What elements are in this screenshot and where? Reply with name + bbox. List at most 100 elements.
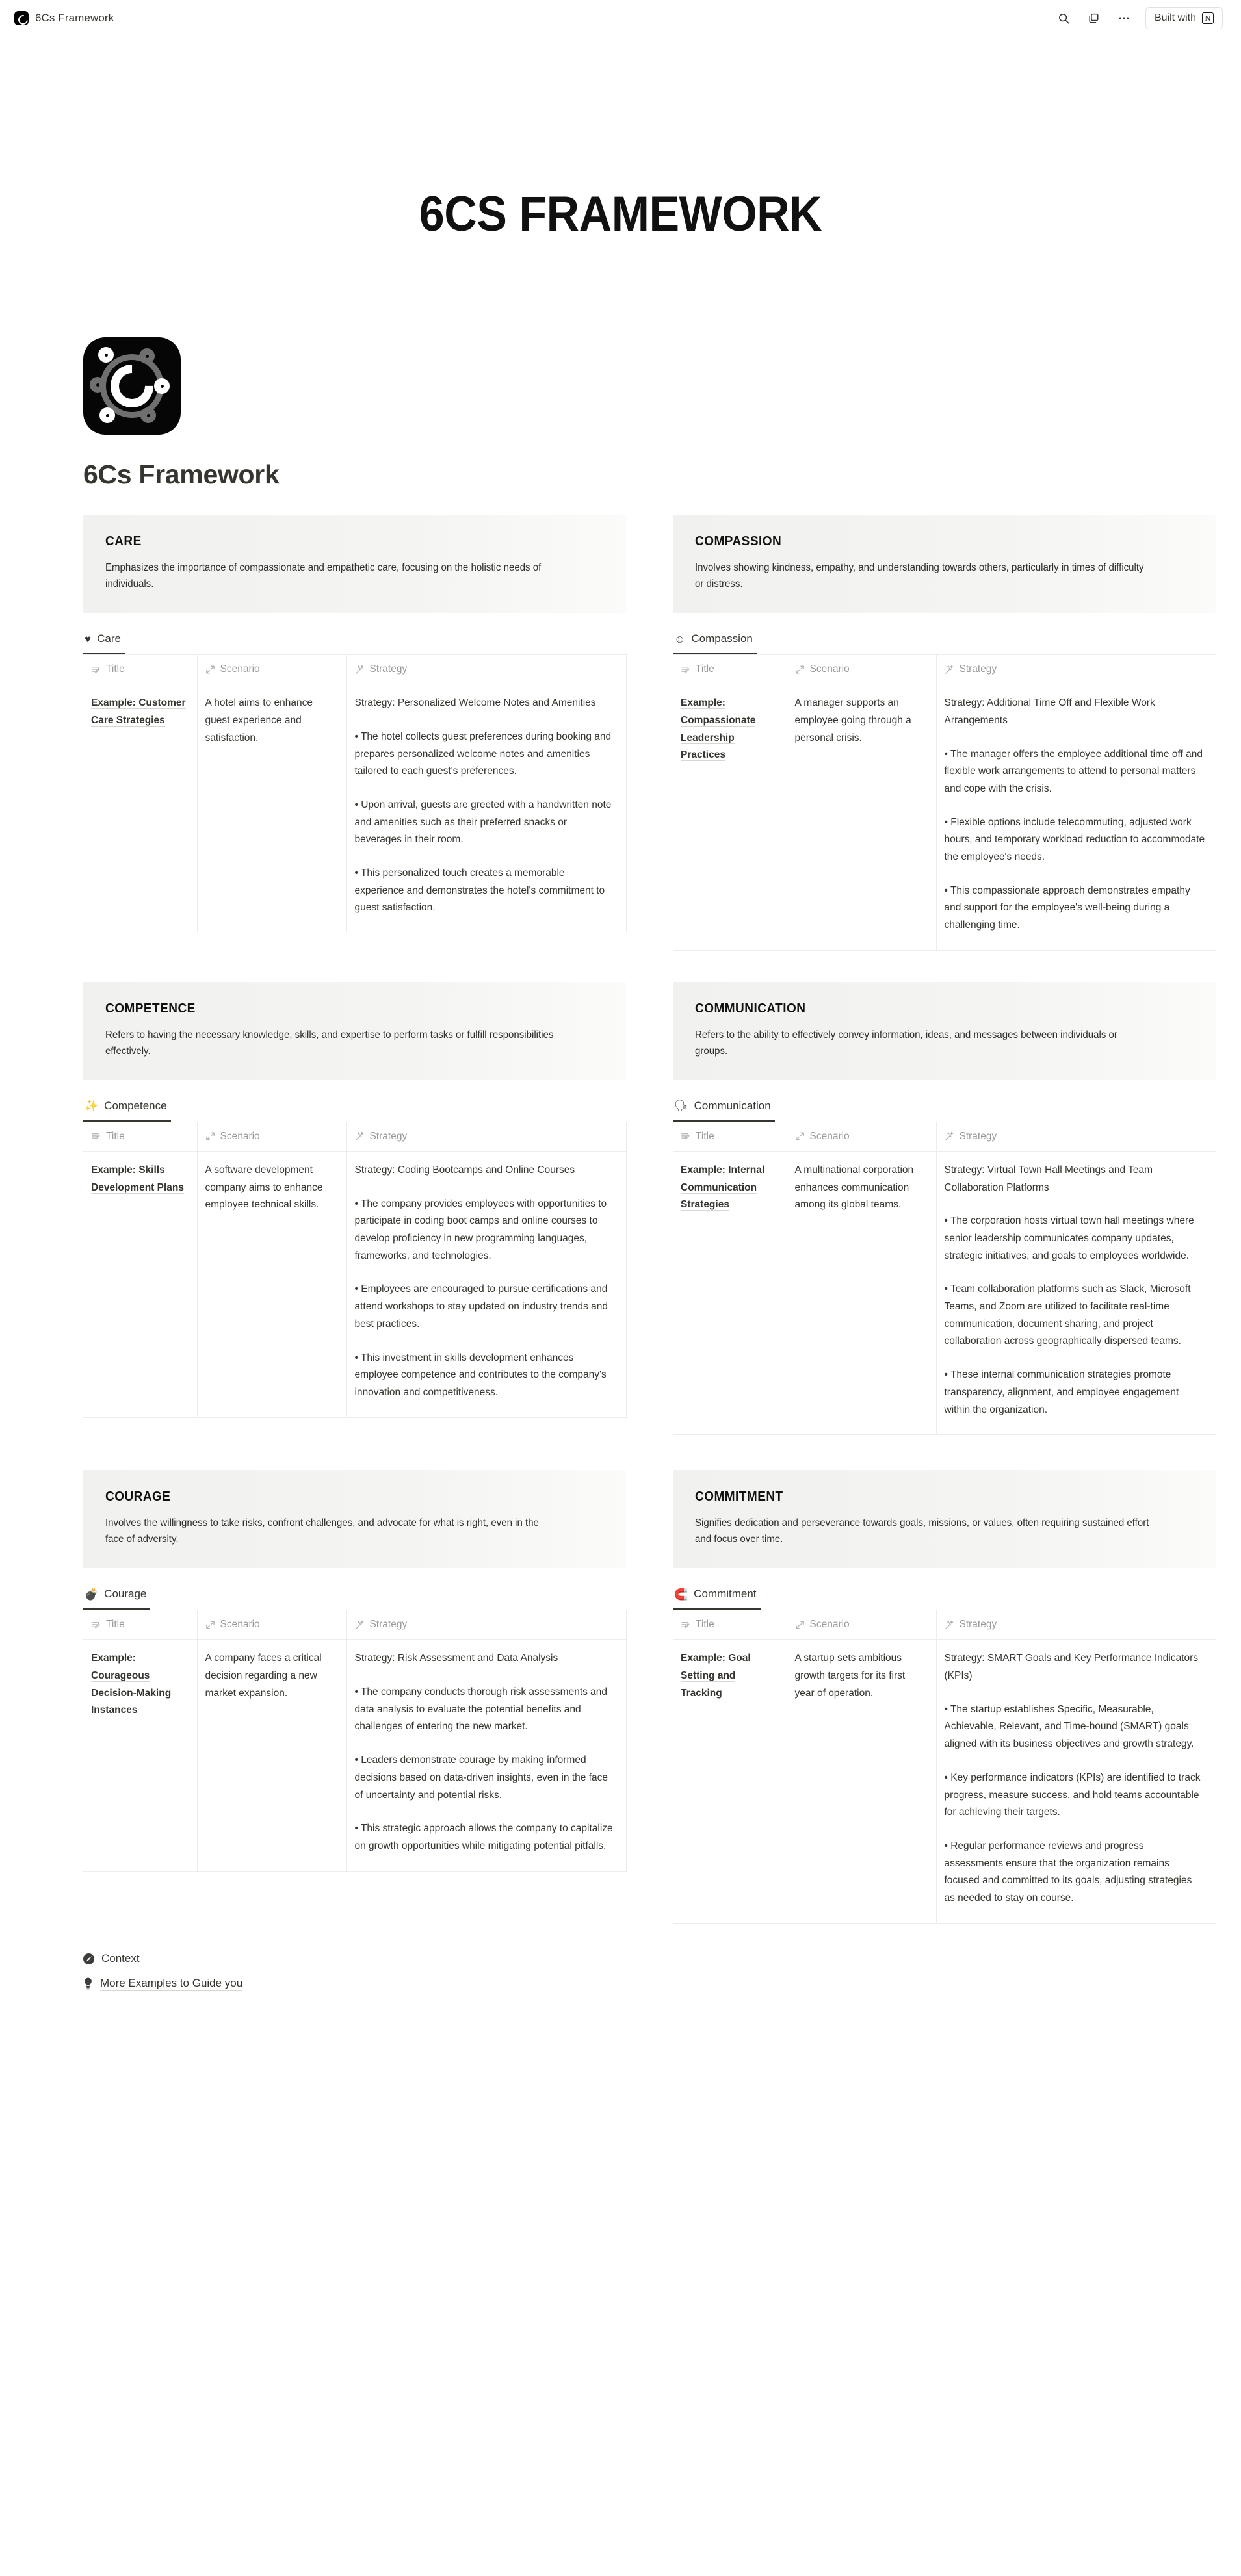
banner-heading: COMMITMENT [695,1489,783,1504]
cell-title[interactable]: Example: Internal Communication Strategi… [673,1151,787,1436]
database-tab-commitment[interactable]: 🧲 Commitment [673,1585,761,1610]
column-header-label: Scenario [809,663,850,675]
table-row[interactable]: Example: Customer Care Strategies A hote… [83,684,627,934]
row-title-link[interactable]: Example: Internal Communication Strategi… [681,1164,765,1211]
column-header-scenario[interactable]: Scenario [197,1610,347,1640]
table-row[interactable]: Example: Compassionate Leadership Practi… [673,684,1216,951]
strategy-heading: Strategy: Personalized Welcome Notes and… [354,697,596,709]
database-tab-label: Care [97,632,121,645]
strategy-bullet: • The company conducts thorough risk ass… [354,1686,608,1732]
cell-strategy[interactable]: Strategy: Virtual Town Hall Meetings and… [936,1151,1216,1436]
cell-title[interactable]: Example: Goal Setting and Tracking [673,1639,787,1924]
column-header-label: Title [106,1619,125,1630]
banner-commitment: COMMITMENT Signifies dedication and pers… [673,1470,1216,1569]
database-table-compassion: Title Scenario Strategy Example: Compass… [673,654,1216,951]
cell-title[interactable]: Example: Skills Development Plans [83,1151,198,1418]
column-header-title[interactable]: Title [673,1610,787,1640]
link-more-examples[interactable]: More Examples to Guide you [83,1977,1158,1991]
banner-communication: COMMUNICATION Refers to the ability to e… [673,981,1216,1080]
duplicate-icon[interactable] [1086,10,1103,27]
strategy-bullet: • The manager offers the employee additi… [944,748,1203,794]
column-header-title[interactable]: Title [83,1122,198,1152]
database-tab-compassion[interactable]: ☺ Compassion [673,630,757,655]
built-with-notion-button[interactable]: Built with N [1145,7,1223,29]
speaking-head-icon: 🗣 [674,1100,688,1113]
cell-title[interactable]: Example: Courageous Decision-Making Inst… [83,1639,198,1872]
row-title-link[interactable]: Example: Goal Setting and Tracking [681,1653,751,1699]
database-tab-courage[interactable]: 💣 Courage [83,1585,151,1610]
column-header-label: Scenario [220,663,260,675]
column-header-label: Strategy [369,663,408,675]
icon-node [98,347,114,363]
banner-heading: COURAGE [105,1489,171,1504]
column-header-strategy[interactable]: Strategy [346,1610,627,1640]
strategy-bullet: • Employees are encouraged to pursue cer… [354,1283,608,1330]
icon-node [140,407,156,423]
table-row[interactable]: Example: Goal Setting and Tracking A sta… [673,1639,1216,1924]
hero-banner: 6CS FRAMEWORK [0,36,1241,242]
cell-strategy[interactable]: Strategy: Additional Time Off and Flexib… [936,684,1216,951]
section-compassion: COMPASSION Involves showing kindness, em… [673,515,1216,951]
strategy-heading: Strategy: Additional Time Off and Flexib… [944,697,1155,726]
column-header-strategy[interactable]: Strategy [346,654,627,685]
link-context[interactable]: Context [83,1952,1158,1966]
footer-links: Context More Examples to Guide you [83,1952,1158,2028]
banner-heading: CARE [105,534,142,548]
column-header-scenario[interactable]: Scenario [787,654,937,685]
column-header-scenario[interactable]: Scenario [197,654,347,685]
cell-strategy[interactable]: Strategy: Risk Assessment and Data Analy… [346,1639,627,1872]
column-header-strategy[interactable]: Strategy [936,654,1216,685]
row-title-link[interactable]: Example: Skills Development Plans [91,1164,184,1194]
table-header-row: Title Scenario Strategy [673,654,1216,685]
row-title-link[interactable]: Example: Customer Care Strategies [91,697,186,727]
cell-scenario[interactable]: A multinational corporation enhances com… [787,1151,937,1436]
database-tab-competence[interactable]: ✨ Competence [83,1097,171,1122]
table-header-row: Title Scenario Strategy [673,1122,1216,1152]
cell-scenario[interactable]: A startup sets ambitious growth targets … [787,1639,937,1924]
column-header-scenario[interactable]: Scenario [787,1610,937,1640]
column-header-label: Strategy [959,663,997,675]
database-table-competence: Title Scenario Strategy Example: Skills … [83,1121,627,1418]
column-header-label: Title [696,1130,714,1142]
banner-description: Involves showing kindness, empathy, and … [695,562,1144,590]
banner-description: Signifies dedication and perseverance to… [695,1517,1149,1545]
row-title-link[interactable]: Example: Compassionate Leadership Practi… [681,697,756,762]
column-header-title[interactable]: Title [673,1122,787,1152]
search-icon[interactable] [1056,10,1073,27]
table-row[interactable]: Example: Internal Communication Strategi… [673,1151,1216,1436]
database-table-care: Title Scenario Strategy Example: Custome… [83,654,627,934]
column-header-label: Scenario [809,1130,850,1142]
column-header-strategy[interactable]: Strategy [936,1610,1216,1640]
cell-strategy[interactable]: Strategy: Personalized Welcome Notes and… [346,684,627,934]
strategy-heading: Strategy: Risk Assessment and Data Analy… [354,1653,558,1664]
column-header-scenario[interactable]: Scenario [197,1122,347,1152]
column-header-strategy[interactable]: Strategy [346,1122,627,1152]
database-tab-communication[interactable]: 🗣 Communication [673,1097,775,1122]
cell-strategy[interactable]: Strategy: SMART Goals and Key Performanc… [936,1639,1216,1924]
table-row[interactable]: Example: Skills Development Plans A soft… [83,1151,627,1418]
cell-title[interactable]: Example: Compassionate Leadership Practi… [673,684,787,951]
column-header-title[interactable]: Title [83,654,198,685]
bomb-icon: 💣 [85,1588,99,1601]
column-header-strategy[interactable]: Strategy [936,1122,1216,1152]
cell-title[interactable]: Example: Customer Care Strategies [83,684,198,934]
cell-scenario[interactable]: A company faces a critical decision rega… [197,1639,347,1872]
column-header-scenario[interactable]: Scenario [787,1122,937,1152]
strategy-bullet: • The company provides employees with op… [354,1198,607,1261]
row-title-link[interactable]: Example: Courageous Decision-Making Inst… [91,1653,172,1717]
table-row[interactable]: Example: Courageous Decision-Making Inst… [83,1639,627,1872]
database-tab-care[interactable]: ♥ Care [83,630,125,655]
cell-scenario[interactable]: A hotel aims to enhance guest experience… [197,684,347,934]
cell-scenario[interactable]: A manager supports an employee going thr… [787,684,937,951]
icon-node [154,378,170,394]
banner-care: CARE Emphasizes the importance of compas… [83,515,626,613]
column-header-label: Scenario [220,1130,260,1142]
column-header-title[interactable]: Title [83,1610,198,1640]
topbar-brand[interactable]: 6Cs Framework [14,11,114,25]
section-care: CARE Emphasizes the importance of compas… [83,515,627,934]
column-header-label: Strategy [959,1619,997,1630]
more-options-icon[interactable] [1116,10,1132,27]
cell-scenario[interactable]: A software development company aims to e… [197,1151,347,1418]
cell-strategy[interactable]: Strategy: Coding Bootcamps and Online Co… [346,1151,627,1418]
column-header-title[interactable]: Title [673,654,787,685]
